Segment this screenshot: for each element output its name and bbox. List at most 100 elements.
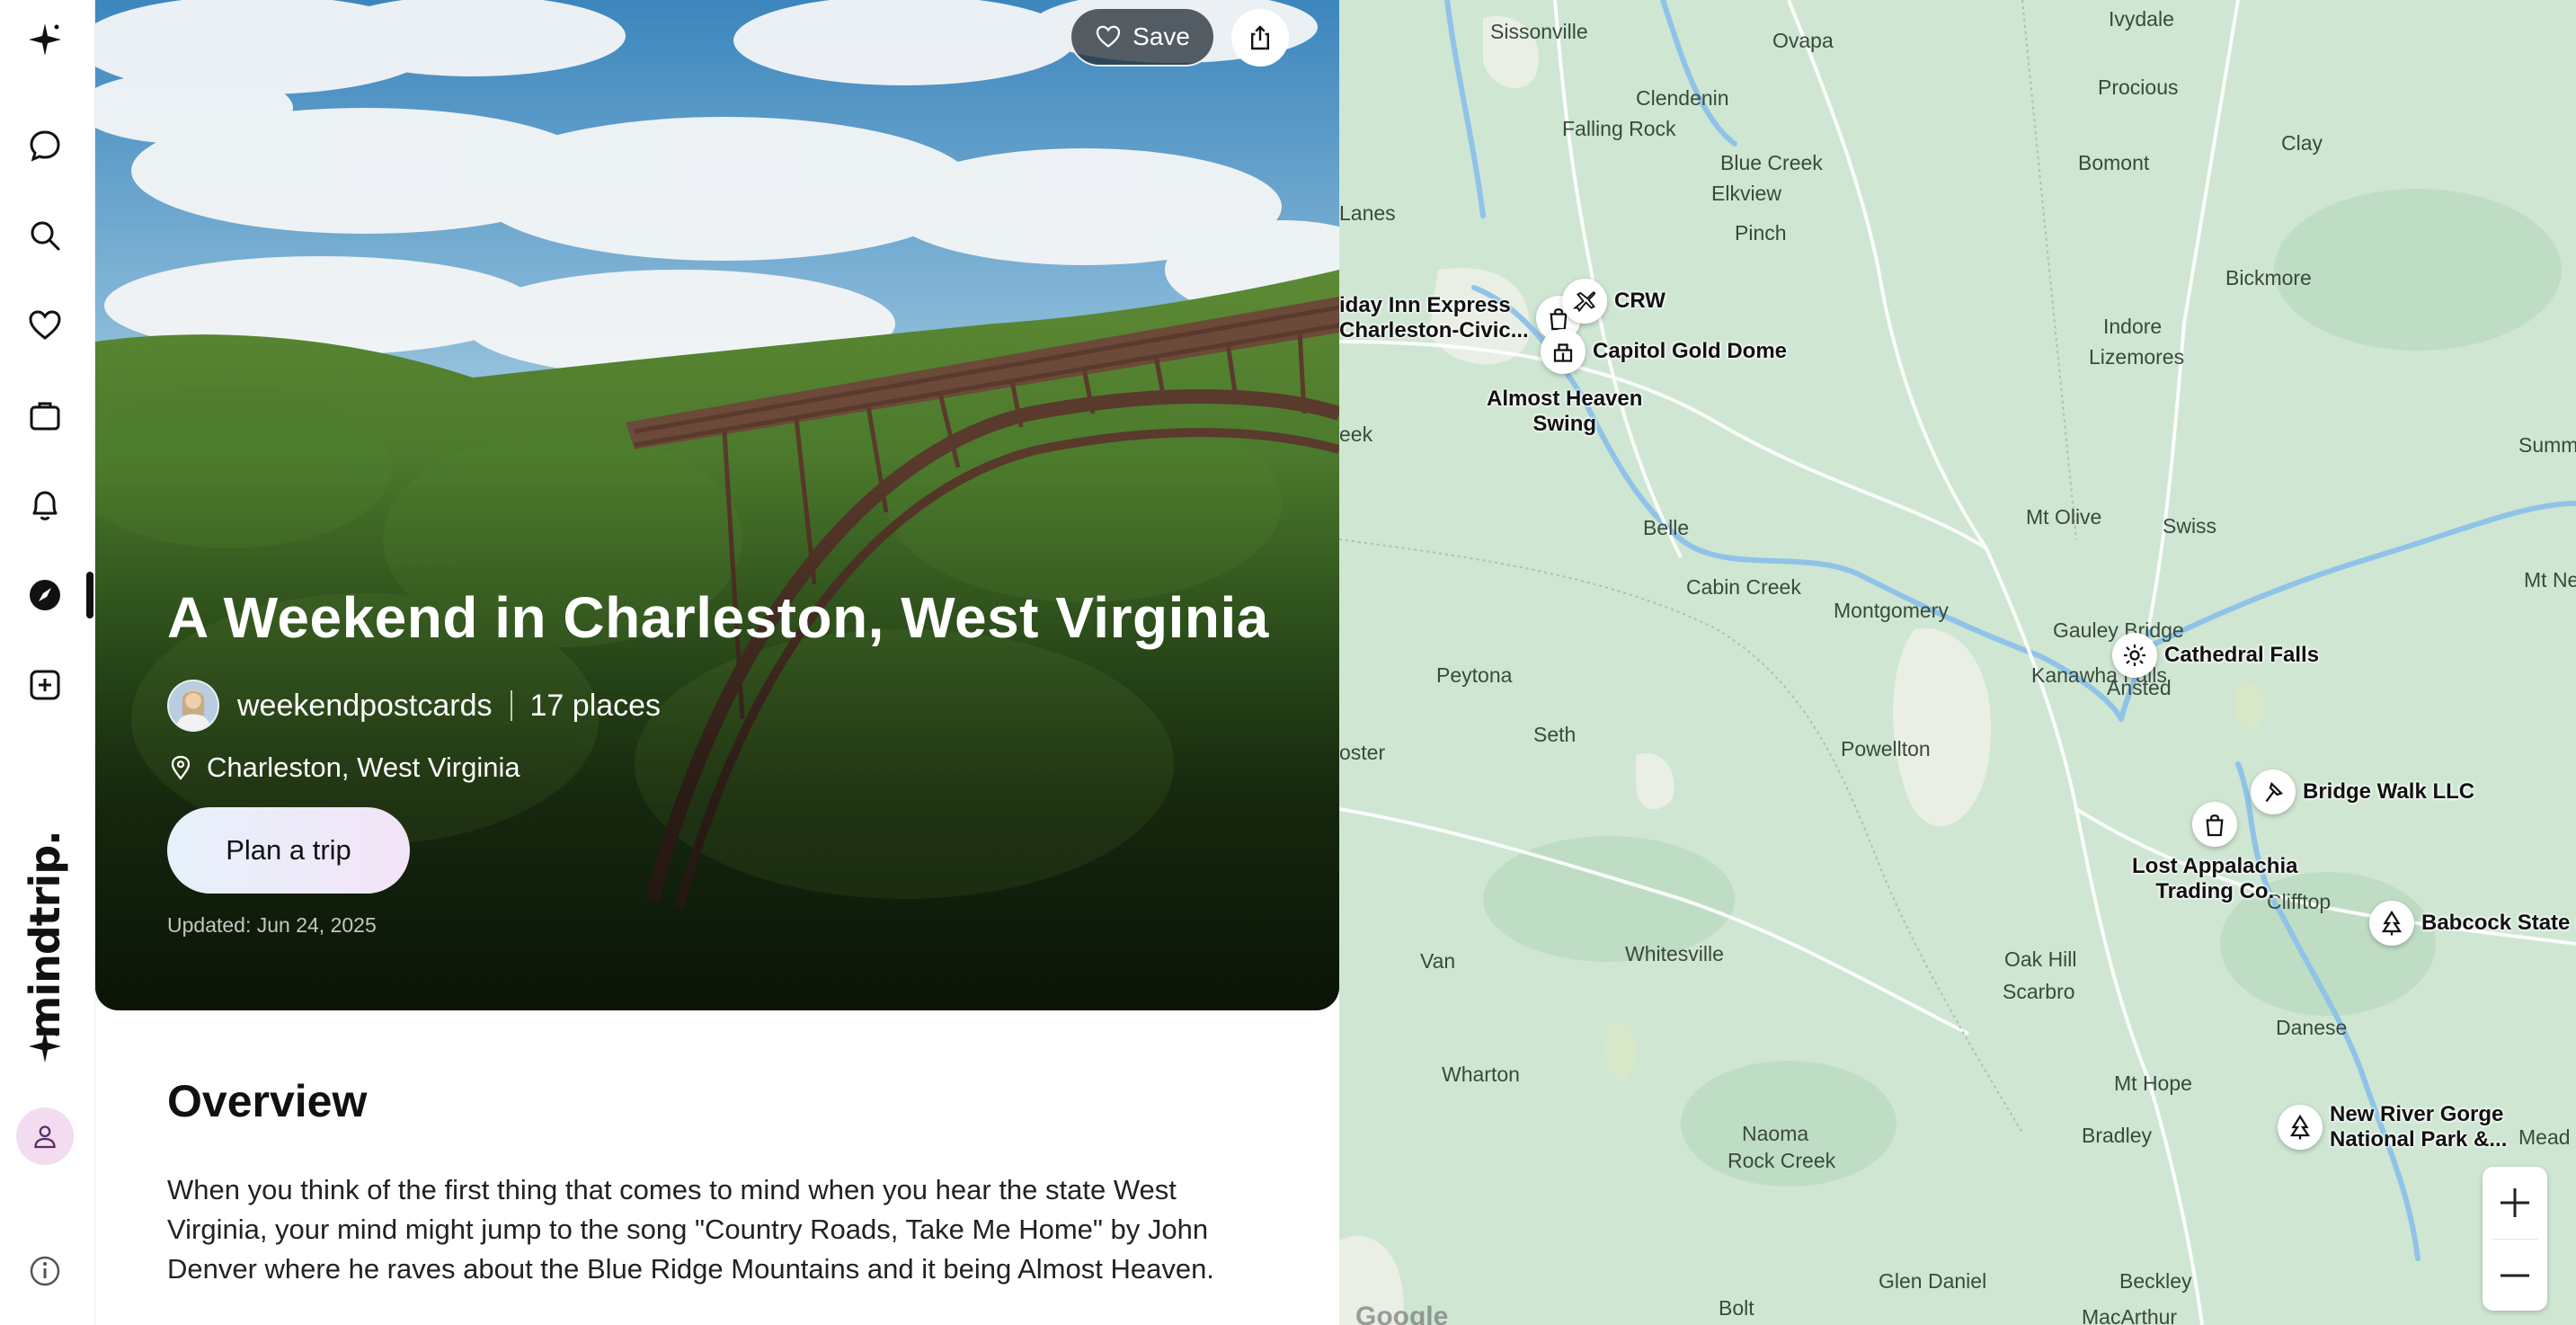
brand-wordmark: mindtrip.	[21, 831, 69, 1039]
location-text: Charleston, West Virginia	[207, 751, 520, 783]
updated-date: Updated: Jun 24, 2025	[167, 913, 377, 937]
map-poi-babcock[interactable]: Babcock State I	[2369, 901, 2576, 946]
map-town-label: Wharton	[1442, 1063, 1520, 1086]
map-town-label: Bradley	[2082, 1124, 2152, 1147]
map-town-label: Powellton	[1841, 737, 1931, 760]
map-town-label: Indore	[2103, 315, 2163, 338]
compass-icon[interactable]	[22, 572, 68, 618]
map-town-label: Peytona	[1436, 663, 1513, 687]
location-pin-icon	[171, 755, 191, 780]
suitcase-icon[interactable]	[22, 392, 68, 439]
map-town-label: Blue Creek	[1720, 151, 1823, 174]
poi-label: New River Gorge National Park &...	[2330, 1102, 2508, 1152]
map-town-label: Ovapa	[1772, 29, 1834, 52]
map-town-label: Glen Daniel	[1879, 1269, 1987, 1293]
map-town-label: Seth	[1533, 723, 1577, 746]
airplane-icon[interactable]	[1562, 279, 1607, 324]
heart-icon	[1096, 25, 1121, 48]
map-town-label: Danese	[2276, 1016, 2348, 1039]
sparkle-logo-icon[interactable]	[22, 16, 68, 63]
author-avatar[interactable]	[167, 680, 219, 732]
poi-label: CRW	[1614, 289, 1666, 313]
map-town-label: Oak Hill	[2004, 947, 2077, 971]
waterfall-icon[interactable]	[2112, 633, 2157, 678]
page-title: A Weekend in Charleston, West Virginia	[167, 585, 1269, 650]
map-town-label: Clendenin	[1636, 86, 1729, 110]
zoom-in-button[interactable]	[2483, 1167, 2547, 1239]
places-count: 17 places	[529, 688, 662, 723]
left-rail: mindtrip.	[0, 0, 95, 1325]
overview-text: When you think of the first thing that c…	[167, 1174, 1214, 1285]
map-poi-capitol[interactable]: Capitol Gold Dome	[1541, 329, 1787, 374]
map-town-label: Rock Creek	[1728, 1149, 1836, 1172]
poi-label: Capitol Gold Dome	[1593, 339, 1787, 363]
map-panel[interactable]: Sissonville Ovapa Ivydale Procious Clend…	[1339, 0, 2576, 1325]
tree-icon[interactable]	[2369, 901, 2414, 946]
poi-label: Almost Heaven Swing	[1487, 387, 1643, 436]
map-town-label: Mt Olive	[2026, 505, 2102, 529]
map-town-label: Cabin Creek	[1686, 575, 1801, 599]
map-town-label: Scarbro	[2003, 980, 2075, 1003]
save-button[interactable]: Save	[1070, 7, 1215, 67]
map-town-label: Belle	[1643, 516, 1690, 539]
map-town-label: Bomont	[2078, 151, 2150, 174]
map-town-label: Montgomery	[1834, 599, 1949, 622]
plan-trip-button[interactable]: Plan a trip	[167, 807, 410, 894]
tree-icon[interactable]	[2278, 1105, 2323, 1150]
search-icon[interactable]	[22, 212, 68, 259]
map-town-label: Lanes	[1339, 201, 1396, 225]
profile-avatar[interactable]	[16, 1107, 74, 1165]
divider	[510, 690, 512, 721]
person-photo-icon	[169, 681, 218, 730]
shopping-bag-icon[interactable]	[2192, 802, 2238, 847]
heart-icon[interactable]	[22, 302, 68, 349]
map-town-label: Van	[1420, 949, 1456, 973]
map-town-label: Falling Rock	[1562, 117, 1676, 140]
bell-icon[interactable]	[22, 482, 68, 529]
map-town-label: eek	[1339, 422, 1373, 446]
person-icon	[34, 1125, 56, 1149]
location-row: Charleston, West Virginia	[167, 751, 520, 784]
poi-label: iday Inn Express Charleston-Civic...	[1339, 293, 1529, 342]
plus-icon	[2500, 1188, 2529, 1217]
add-square-icon[interactable]	[22, 662, 68, 708]
minus-icon	[2500, 1274, 2529, 1277]
map-town-label: Ansted	[2107, 676, 2172, 699]
map-poi-new-river[interactable]: New River Gorge National Park &...	[2278, 1102, 2507, 1152]
building-icon[interactable]	[1541, 329, 1586, 374]
info-icon[interactable]	[22, 1248, 68, 1294]
map-poi-cathedral-falls[interactable]: Cathedral Falls	[2112, 633, 2319, 678]
map-town-label: MacArthur	[2082, 1305, 2178, 1325]
share-button[interactable]	[1231, 9, 1289, 67]
map-town-label: Summer	[2518, 433, 2576, 457]
chat-icon[interactable]	[22, 122, 68, 169]
poi-label: Babcock State I	[2421, 911, 2576, 935]
zoom-out-button[interactable]	[2483, 1240, 2547, 1312]
save-label: Save	[1133, 22, 1190, 50]
share-icon	[1251, 25, 1269, 50]
map-town-label: Swiss	[2163, 514, 2217, 538]
poi-label: Cathedral Falls	[2164, 643, 2320, 667]
map-zoom-controls	[2483, 1167, 2547, 1311]
hero-banner: Save A Weekend in Charleston, West Virgi…	[95, 0, 1339, 1010]
author-name[interactable]: weekendpostcards	[237, 689, 493, 724]
map-town-label: Bolt	[1719, 1296, 1754, 1320]
map-town-label: oster	[1339, 741, 1386, 764]
map-town-label: Elkview	[1711, 182, 1781, 205]
poi-label: Lost Appalachia Trading Co.	[2132, 854, 2298, 903]
map-poi-almost-heaven[interactable]: Almost Heaven Swing	[1487, 387, 1642, 437]
map-poi-lost-appalachia[interactable]: Lost Appalachia Trading Co.	[2132, 802, 2297, 904]
poi-label: Bridge Walk LLC	[2303, 779, 2475, 804]
map-town-label: Clay	[2281, 131, 2323, 155]
map-town-label: Whitesville	[1625, 942, 1724, 965]
map-town-label: Mead	[2518, 1125, 2571, 1149]
map-town-label: Mt Hope	[2114, 1072, 2192, 1095]
map-poi-crw[interactable]: CRW	[1562, 279, 1666, 324]
map-town-label: Procious	[2098, 76, 2179, 99]
map-town-label: Pinch	[1735, 221, 1787, 245]
author-row: weekendpostcards 17 places	[167, 679, 661, 733]
map-town-label: Beckley	[2119, 1269, 2192, 1293]
map-town-label: Lizemores	[2089, 345, 2185, 369]
map-town-label: Sissonville	[1490, 20, 1588, 43]
brand-sparkle-icon	[22, 1023, 68, 1070]
